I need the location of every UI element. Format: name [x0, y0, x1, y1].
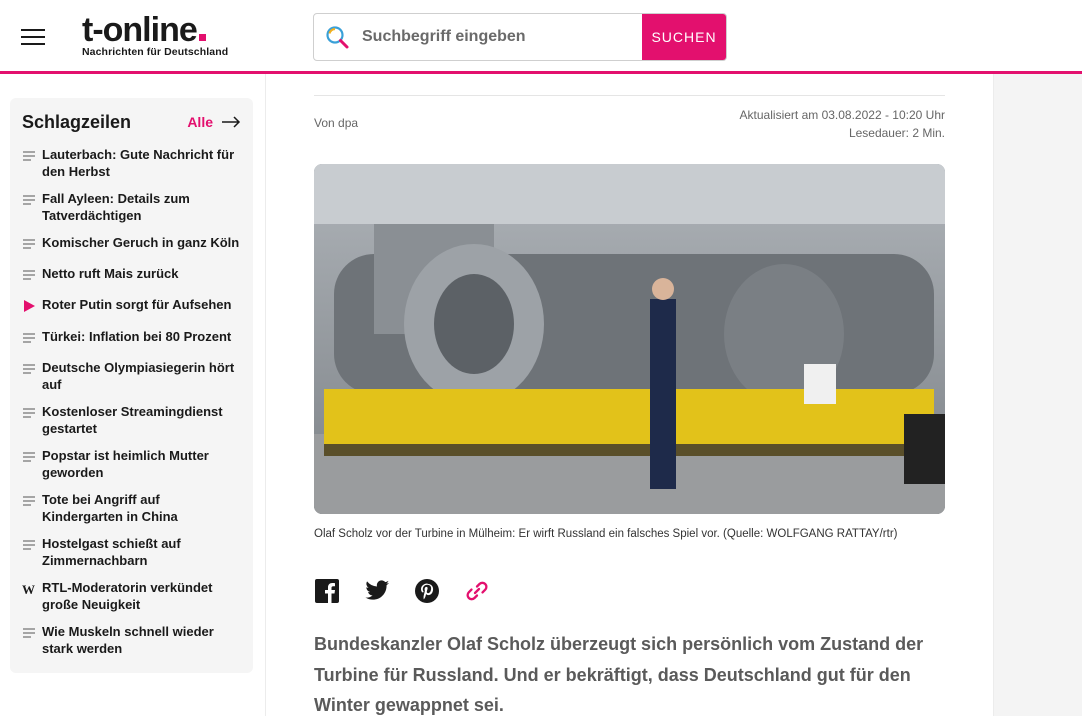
article-photo[interactable] [314, 164, 945, 514]
pinterest-icon[interactable] [414, 578, 440, 604]
text-icon [22, 448, 42, 468]
text-icon [22, 147, 42, 167]
reading-time: Lesedauer: 2 Min. [848, 126, 945, 140]
headline-label: RTL-Moderatorin verkündet große Neuigkei… [42, 580, 213, 612]
headlines-sidebar: Schlagzeilen Alle Lauterbach: Gute Nachr… [10, 98, 253, 673]
text-icon [22, 191, 42, 211]
share-bar [314, 578, 490, 604]
site-logo[interactable]: t-online Nachrichten für Deutschland [82, 12, 232, 62]
headline-label: Hostelgast schießt auf Zimmernachbarn [42, 536, 181, 568]
search-icon [314, 14, 360, 60]
link-icon[interactable] [464, 578, 490, 604]
headline-item[interactable]: W RTL-Moderatorin verkündet große Neuigke… [22, 580, 241, 613]
site-header: t-online Nachrichten für Deutschland SUC… [0, 0, 1082, 74]
arrow-right-icon [222, 116, 241, 128]
photo-caption: Olaf Scholz vor der Turbine in Mülheim: … [314, 528, 898, 540]
text-icon [22, 235, 42, 255]
article-lead: Bundeskanzler Olaf Scholz überzeugt sich… [314, 634, 924, 715]
headline-label: Wie Muskeln schnell wieder stark werden [42, 624, 214, 656]
headline-item[interactable]: Roter Putin sorgt für Aufsehen [22, 297, 241, 318]
headline-label: Komischer Geruch in ganz Köln [42, 235, 240, 250]
headline-item[interactable]: Popstar ist heimlich Mutter geworden [22, 448, 241, 481]
svg-text:W: W [22, 583, 35, 595]
article-meta: Aktualisiert am 03.08.2022 - 10:20 Uhr L… [600, 106, 945, 142]
text-icon [22, 404, 42, 424]
headline-label: Popstar ist heimlich Mutter geworden [42, 448, 209, 480]
headline-item[interactable]: Tote bei Angriff auf Kindergarten in Chi… [22, 492, 241, 525]
divider [314, 95, 945, 96]
headline-item[interactable]: Türkei: Inflation bei 80 Prozent [22, 329, 241, 349]
headline-label: Kostenloser Streamingdienst gestartet [42, 404, 223, 436]
search-bar: SUCHEN [313, 13, 727, 61]
headline-label: Roter Putin sorgt für Aufsehen [42, 297, 232, 312]
byline: Von dpa [314, 116, 359, 130]
headline-item[interactable]: Netto ruft Mais zurück [22, 266, 241, 286]
headline-item[interactable]: Kostenloser Streamingdienst gestartet [22, 404, 241, 437]
play-icon [22, 297, 42, 318]
text-icon [22, 492, 42, 512]
text-icon [22, 360, 42, 380]
headline-item[interactable]: Fall Ayleen: Details zum Tatverdächtigen [22, 191, 241, 224]
logo-wordmark: t-online [82, 12, 232, 48]
twitter-icon[interactable] [364, 578, 390, 604]
right-rail [994, 0, 1082, 716]
all-headlines-link[interactable]: Alle [187, 114, 241, 130]
all-label: Alle [187, 114, 213, 130]
text-icon [22, 624, 42, 644]
headline-label: Tote bei Angriff auf Kindergarten in Chi… [42, 492, 178, 524]
logo-tagline: Nachrichten für Deutschland [82, 46, 229, 58]
headline-item[interactable]: Deutsche Olympiasiegerin hört auf [22, 360, 241, 393]
headline-list: Lauterbach: Gute Nachricht für den Herbs… [22, 147, 241, 657]
facebook-icon[interactable] [314, 578, 340, 604]
headline-label: Fall Ayleen: Details zum Tatverdächtigen [42, 191, 190, 223]
search-input[interactable] [360, 14, 642, 60]
headline-item[interactable]: Hostelgast schießt auf Zimmernachbarn [22, 536, 241, 569]
column-divider [265, 0, 266, 716]
text-icon [22, 266, 42, 286]
headline-item[interactable]: Wie Muskeln schnell wieder stark werden [22, 624, 241, 657]
headline-label: Türkei: Inflation bei 80 Prozent [42, 329, 232, 344]
updated-timestamp: Aktualisiert am 03.08.2022 - 10:20 Uhr [739, 108, 945, 122]
text-icon [22, 536, 42, 556]
headline-label: Deutsche Olympiasiegerin hört auf [42, 360, 235, 392]
headline-label: Netto ruft Mais zurück [42, 266, 179, 281]
headline-label: Lauterbach: Gute Nachricht für den Herbs… [42, 147, 235, 179]
text-icon [22, 329, 42, 349]
headline-item[interactable]: Komischer Geruch in ganz Köln [22, 235, 241, 255]
sidebar-title: Schlagzeilen [22, 111, 132, 132]
turbine-photo-illustration [314, 164, 945, 514]
headline-item[interactable]: Lauterbach: Gute Nachricht für den Herbs… [22, 147, 241, 180]
menu-icon[interactable] [21, 29, 45, 47]
w-logo-icon: W [22, 580, 42, 600]
search-button[interactable]: SUCHEN [642, 14, 726, 60]
